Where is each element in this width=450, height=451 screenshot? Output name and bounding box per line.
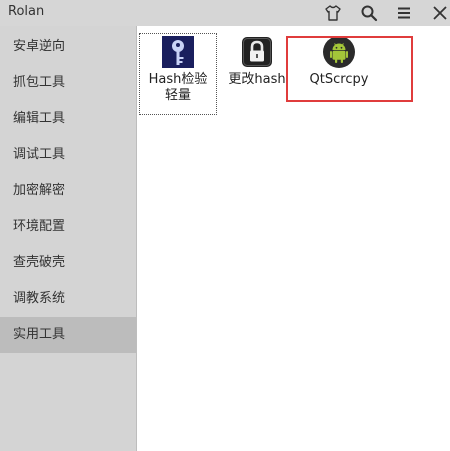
sidebar-item-utilities[interactable]: 实用工具 [0, 317, 136, 353]
skin-button[interactable] [322, 2, 344, 24]
sidebar-item-debug-tools[interactable]: 调试工具 [0, 137, 136, 173]
tool-hash-checker-label: Hash检验 轻量 [149, 72, 208, 104]
sidebar-item-android-reverse[interactable]: 安卓逆向 [0, 29, 136, 65]
close-icon [431, 4, 449, 22]
sidebar-item-capture-tools[interactable]: 抓包工具 [0, 65, 136, 101]
sidebar-item-system-tuning[interactable]: 调教系统 [0, 281, 136, 317]
lock-icon [241, 36, 273, 68]
highlight-box [286, 36, 413, 102]
menu-icon [395, 4, 413, 22]
sidebar-item-environment[interactable]: 环境配置 [0, 209, 136, 245]
sidebar-item-edit-tools[interactable]: 编辑工具 [0, 101, 136, 137]
menu-button[interactable] [393, 2, 415, 24]
tool-change-hash[interactable]: 更改hash [227, 36, 287, 88]
tool-panel: Hash检验 轻量 更改hash QtScrcpy [138, 26, 450, 451]
title-bar: Rolan [0, 0, 450, 26]
sidebar: 安卓逆向 抓包工具 编辑工具 调试工具 加密解密 环境配置 查壳破壳 调教系统 … [0, 26, 137, 451]
key-icon [162, 36, 194, 68]
search-button[interactable] [358, 2, 380, 24]
search-icon [360, 4, 378, 22]
app-title: Rolan [8, 4, 45, 19]
tool-hash-checker-label-line2: 轻量 [164, 88, 191, 103]
tool-hash-checker-label-line1: Hash检验 [148, 72, 208, 87]
tool-change-hash-label: 更改hash [228, 72, 286, 87]
tshirt-icon [324, 4, 342, 22]
close-button[interactable] [429, 2, 450, 24]
tool-hash-checker[interactable]: Hash检验 轻量 [139, 33, 217, 115]
sidebar-item-unpack[interactable]: 查壳破壳 [0, 245, 136, 281]
sidebar-item-encrypt-decrypt[interactable]: 加密解密 [0, 173, 136, 209]
